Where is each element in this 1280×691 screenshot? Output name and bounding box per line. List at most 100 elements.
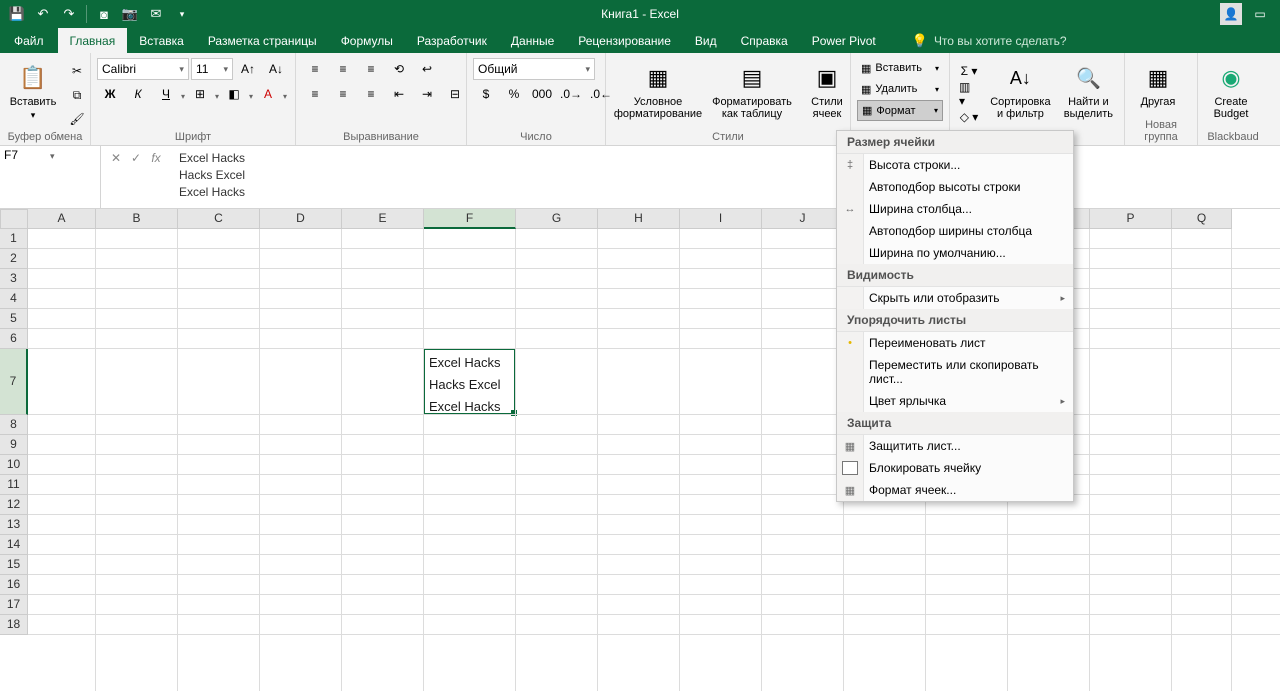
row-header[interactable]: 16: [0, 575, 28, 595]
column-header[interactable]: D: [260, 209, 342, 229]
tell-me-search[interactable]: 💡 Что вы хотите сделать?: [912, 28, 1067, 53]
print-preview-icon[interactable]: ◙: [93, 3, 115, 25]
name-box[interactable]: F7 ▾: [0, 146, 101, 208]
redo-icon[interactable]: ↷: [58, 3, 80, 25]
row-header[interactable]: 11: [0, 475, 28, 495]
row-header[interactable]: 6: [0, 329, 28, 349]
sort-filter-button[interactable]: A↓ Сортировка и фильтр: [986, 58, 1055, 120]
row-header[interactable]: 5: [0, 309, 28, 329]
percent-icon[interactable]: %: [501, 83, 527, 105]
number-format-combo[interactable]: Общий ▾: [473, 58, 595, 80]
italic-button[interactable]: К: [125, 83, 151, 105]
row-header[interactable]: 8: [0, 415, 28, 435]
menu-protect-sheet[interactable]: ▦ Защитить лист...: [837, 435, 1073, 457]
merge-icon[interactable]: ⊟: [442, 83, 468, 105]
tab-insert[interactable]: Вставка: [127, 28, 196, 53]
row-header[interactable]: 12: [0, 495, 28, 515]
increase-font-icon[interactable]: A↑: [235, 58, 261, 80]
column-header[interactable]: E: [342, 209, 424, 229]
column-header[interactable]: I: [680, 209, 762, 229]
paste-button[interactable]: 📋 Вставить ▾: [6, 58, 60, 121]
border-icon[interactable]: ⊞: [187, 83, 213, 105]
orientation-icon[interactable]: ⟲: [386, 58, 412, 80]
enter-icon[interactable]: ✓: [127, 149, 145, 167]
align-center-icon[interactable]: ≡: [330, 83, 356, 105]
tab-view[interactable]: Вид: [683, 28, 729, 53]
delete-cells-button[interactable]: ▦ Удалить ▾: [857, 79, 943, 99]
autosum-icon[interactable]: Σ ▾: [956, 60, 982, 82]
column-header[interactable]: B: [96, 209, 178, 229]
tab-help[interactable]: Справка: [729, 28, 800, 53]
insert-cells-button[interactable]: ▦ Вставить ▾: [857, 58, 943, 78]
menu-rename-sheet[interactable]: • Переименовать лист: [837, 332, 1073, 354]
file-tab[interactable]: Файл: [0, 28, 58, 53]
worksheet-grid[interactable]: ABCDEFGHIJKLOPQ 123456789101112131415161…: [0, 209, 1280, 691]
increase-indent-icon[interactable]: ⇥: [414, 83, 440, 105]
menu-tab-color[interactable]: Цвет ярлычка ▸: [837, 390, 1073, 412]
row-header[interactable]: 14: [0, 535, 28, 555]
fx-icon[interactable]: fx: [147, 149, 165, 167]
format-cells-button[interactable]: ▦ Формат ▾: [857, 100, 943, 121]
fill-handle[interactable]: [511, 410, 517, 416]
row-header[interactable]: 18: [0, 615, 28, 635]
wrap-text-icon[interactable]: ↩: [414, 58, 440, 80]
format-painter-icon[interactable]: 🖌: [64, 108, 90, 130]
align-top-icon[interactable]: ≡: [302, 58, 328, 80]
column-header[interactable]: Q: [1172, 209, 1232, 229]
column-header[interactable]: C: [178, 209, 260, 229]
camera-icon[interactable]: 📷: [119, 3, 141, 25]
cancel-icon[interactable]: ✕: [107, 149, 125, 167]
menu-autofit-column-width[interactable]: Автоподбор ширины столбца: [837, 220, 1073, 242]
underline-button[interactable]: Ч: [153, 83, 179, 105]
menu-row-height[interactable]: ‡ Высота строки...: [837, 154, 1073, 176]
column-header[interactable]: A: [28, 209, 96, 229]
menu-autofit-row-height[interactable]: Автоподбор высоты строки: [837, 176, 1073, 198]
find-select-button[interactable]: 🔍 Найти и выделить: [1059, 58, 1118, 120]
bold-button[interactable]: Ж: [97, 83, 123, 105]
undo-icon[interactable]: ↶: [32, 3, 54, 25]
copy-icon[interactable]: ⧉: [64, 84, 90, 106]
row-header[interactable]: 1: [0, 229, 28, 249]
column-header[interactable]: H: [598, 209, 680, 229]
font-size-combo[interactable]: 11 ▾: [191, 58, 233, 80]
tab-data[interactable]: Данные: [499, 28, 566, 53]
decrease-font-icon[interactable]: A↓: [263, 58, 289, 80]
row-header[interactable]: 7: [0, 349, 28, 415]
column-header[interactable]: P: [1090, 209, 1172, 229]
format-as-table-button[interactable]: ▤ Форматировать как таблицу: [708, 58, 796, 120]
decrease-indent-icon[interactable]: ⇤: [386, 83, 412, 105]
column-header[interactable]: F: [424, 209, 516, 229]
row-header[interactable]: 17: [0, 595, 28, 615]
align-bottom-icon[interactable]: ≡: [358, 58, 384, 80]
column-header[interactable]: G: [516, 209, 598, 229]
cell-styles-button[interactable]: ▣ Стили ячеек: [800, 58, 854, 120]
tab-power-pivot[interactable]: Power Pivot: [800, 28, 888, 53]
fill-icon[interactable]: ▥ ▾: [956, 83, 982, 105]
align-middle-icon[interactable]: ≡: [330, 58, 356, 80]
ribbon-display-options-icon[interactable]: ▭: [1248, 3, 1272, 25]
row-header[interactable]: 4: [0, 289, 28, 309]
menu-format-cells[interactable]: ▦ Формат ячеек...: [837, 479, 1073, 501]
email-icon[interactable]: ✉: [145, 3, 167, 25]
menu-move-copy-sheet[interactable]: Переместить или скопировать лист...: [837, 354, 1073, 390]
row-header[interactable]: 3: [0, 269, 28, 289]
menu-lock-cell[interactable]: Блокировать ячейку: [837, 457, 1073, 479]
align-left-icon[interactable]: ≡: [302, 83, 328, 105]
formula-input[interactable]: Excel Hacks Hacks Excel Excel Hacks: [171, 146, 1280, 208]
fill-color-icon[interactable]: ◧: [221, 83, 247, 105]
active-cell[interactable]: Excel Hacks Hacks Excel Excel Hacks: [423, 348, 516, 415]
menu-column-width[interactable]: ↔ Ширина столбца...: [837, 198, 1073, 220]
select-all-corner[interactable]: [0, 209, 28, 229]
user-avatar-icon[interactable]: 👤: [1220, 3, 1242, 25]
tab-home[interactable]: Главная: [58, 28, 128, 53]
align-right-icon[interactable]: ≡: [358, 83, 384, 105]
tab-developer[interactable]: Разработчик: [405, 28, 499, 53]
row-header[interactable]: 15: [0, 555, 28, 575]
clear-icon[interactable]: ◇ ▾: [956, 106, 982, 128]
conditional-formatting-button[interactable]: ▦ Условное форматирование: [612, 58, 704, 120]
column-header[interactable]: J: [762, 209, 844, 229]
currency-icon[interactable]: $: [473, 83, 499, 105]
row-header[interactable]: 9: [0, 435, 28, 455]
font-name-combo[interactable]: Calibri ▾: [97, 58, 189, 80]
tab-page-layout[interactable]: Разметка страницы: [196, 28, 329, 53]
